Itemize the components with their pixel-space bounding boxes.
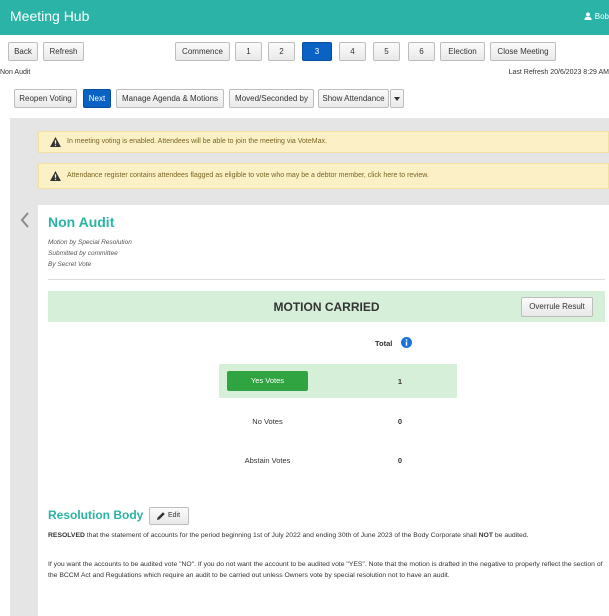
not-keyword: NOT (478, 532, 493, 539)
abstain-votes-count: 0 (397, 456, 403, 465)
resolution-paragraph: RESOLVED that the statement of accounts … (48, 530, 603, 541)
resolution-text-end: be audited. (492, 532, 529, 539)
manage-agenda-button[interactable]: Manage Agenda & Motions (116, 89, 224, 108)
resolution-text: that the statement of accounts for the p… (84, 532, 479, 539)
info-icon[interactable] (401, 337, 412, 348)
show-attendance-dropdown[interactable] (390, 89, 404, 108)
resolution-title: Resolution Body (48, 508, 144, 522)
yes-votes-count: 1 (397, 377, 403, 386)
chevron-left-icon[interactable] (20, 212, 30, 228)
no-votes-label: No Votes (252, 417, 283, 426)
last-refresh: Last Refresh 20/6/2023 8:29 AM (508, 69, 609, 76)
close-meeting-button[interactable]: Close Meeting (490, 42, 556, 61)
resolution-note: If you want the accounts to be audited v… (48, 561, 603, 579)
motion-type: Motion by Special Resolution (48, 239, 132, 246)
caret-down-icon (394, 96, 400, 101)
refresh-button[interactable]: Refresh (43, 42, 84, 61)
resolved-keyword: RESOLVED (48, 532, 85, 539)
commence-button[interactable]: Commence (175, 42, 230, 61)
debtor-alert-text[interactable]: Attendance register contains attendees f… (67, 172, 429, 179)
yes-votes-button[interactable]: Yes Votes (227, 371, 308, 391)
user-name: Bob (594, 12, 609, 21)
agenda-item-5-button[interactable]: 5 (373, 42, 400, 61)
warning-icon (50, 137, 61, 147)
agenda-item-2-button[interactable]: 2 (268, 42, 295, 61)
motion-title: Non Audit (48, 214, 115, 230)
motion-vote-method: By Secret Vote (48, 261, 92, 268)
top-bar: Meeting Hub Bob (0, 0, 609, 35)
next-button[interactable]: Next (83, 89, 111, 108)
agenda-item-3-button[interactable]: 3 (302, 42, 332, 61)
divider (48, 279, 605, 280)
voting-enabled-alert: In meeting voting is enabled. Attendees … (38, 131, 609, 153)
overrule-result-button[interactable]: Overrule Result (521, 297, 593, 317)
back-button[interactable]: Back (8, 42, 38, 61)
user-menu[interactable]: Bob (584, 12, 609, 21)
moved-seconded-button[interactable]: Moved/Seconded by (229, 89, 314, 108)
edit-label: Edit (168, 512, 181, 519)
app-title: Meeting Hub (10, 8, 90, 24)
motion-card (38, 205, 609, 616)
user-icon (584, 12, 592, 20)
abstain-votes-label: Abstain Votes (244, 456, 291, 465)
agenda-item-6-button[interactable]: 6 (408, 42, 435, 61)
total-header: Total (375, 339, 393, 348)
agenda-item-1-button[interactable]: 1 (235, 42, 262, 61)
reopen-voting-button[interactable]: Reopen Voting (14, 89, 77, 108)
show-attendance-button[interactable]: Show Attendance (318, 89, 389, 108)
pencil-icon (157, 512, 165, 520)
agenda-item-4-button[interactable]: 4 (339, 42, 366, 61)
no-votes-count: 0 (397, 417, 403, 426)
breadcrumb: Non Audit (0, 69, 31, 76)
warning-icon (50, 171, 61, 181)
motion-submitted-by: Submitted by committee (48, 250, 118, 257)
debtor-alert[interactable]: Attendance register contains attendees f… (38, 163, 609, 189)
edit-resolution-button[interactable]: Edit (149, 507, 189, 525)
voting-enabled-text: In meeting voting is enabled. Attendees … (67, 138, 327, 145)
election-button[interactable]: Election (440, 42, 485, 61)
